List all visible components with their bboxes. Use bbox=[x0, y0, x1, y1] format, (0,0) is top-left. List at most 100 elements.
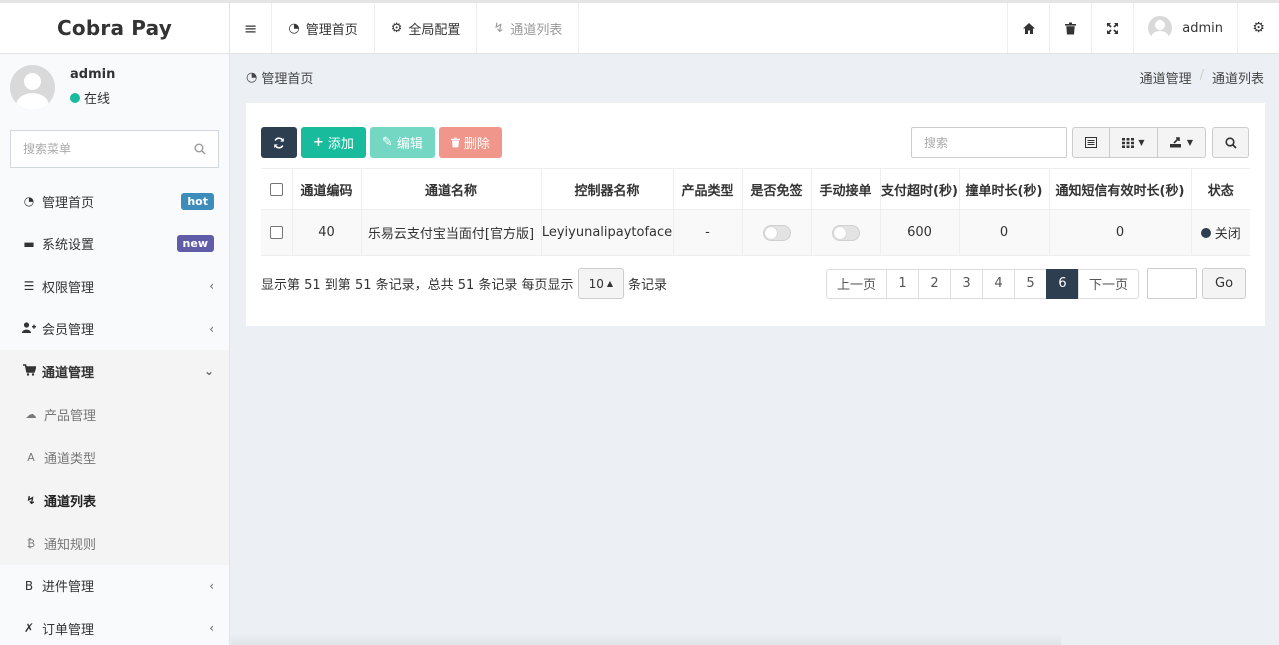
sidebar-item-orders[interactable]: ✗ 订单管理 ‹ bbox=[0, 607, 229, 645]
chevron-down-icon: ⌄ bbox=[203, 364, 214, 379]
bottom-shadow bbox=[231, 633, 1061, 645]
pagination: 上一页 1 2 3 4 5 6 下一页 Go bbox=[826, 268, 1247, 299]
gears-icon: ⚙ bbox=[390, 20, 403, 36]
header-tabs: ≡ ◔ 管理首页 ⚙ 全局配置 ↯ 通道列表 bbox=[230, 3, 580, 53]
delete-button[interactable]: 删除 bbox=[438, 127, 502, 158]
gears-icon: ⚙ bbox=[1252, 20, 1265, 36]
table-tools: ▼ ▼ bbox=[911, 127, 1249, 158]
submenu-label: 通道列表 bbox=[44, 494, 97, 510]
clear-cache-button[interactable] bbox=[1049, 3, 1091, 53]
settings-button[interactable]: ⚙ bbox=[1237, 3, 1279, 53]
sidebar-toggle-button[interactable]: ≡ bbox=[230, 3, 273, 53]
trash-icon bbox=[1065, 22, 1077, 34]
row-checkbox[interactable] bbox=[269, 226, 283, 239]
sidebar-item-dashboard[interactable]: ◔ 管理首页 hot bbox=[0, 180, 229, 223]
sidebar-item-onboarding[interactable]: B 进件管理 ‹ bbox=[0, 565, 229, 608]
table-toolbar: + 添加 ✎ 编辑 删除 bbox=[261, 127, 502, 158]
user-panel: admin 在线 bbox=[0, 54, 229, 120]
hot-badge: hot bbox=[181, 192, 214, 210]
sidebar-subitem-products[interactable]: ☁ 产品管理 bbox=[0, 392, 229, 436]
fullscreen-button[interactable] bbox=[1091, 3, 1133, 53]
toggle-view-button[interactable] bbox=[1072, 127, 1110, 158]
table-search-input[interactable] bbox=[911, 127, 1067, 158]
page-button[interactable]: 4 bbox=[982, 268, 1016, 299]
user-menu[interactable]: admin bbox=[1133, 3, 1237, 53]
grid-icon bbox=[1122, 137, 1135, 148]
channel-icon: ↯ bbox=[493, 20, 505, 36]
tab-dashboard[interactable]: ◔ 管理首页 bbox=[272, 3, 375, 53]
status-badge[interactable]: 关闭 bbox=[1200, 223, 1241, 242]
sidebar-item-members[interactable]: 会员管理 ‹ bbox=[0, 308, 229, 351]
sidebar-item-system-settings[interactable]: ▬ 系统设置 new bbox=[0, 223, 229, 266]
list-icon: ☰ bbox=[23, 279, 35, 294]
sidebar-subitem-channel-list[interactable]: ↯ 通道列表 bbox=[0, 478, 229, 522]
caret-down-icon: ▼ bbox=[1186, 138, 1194, 147]
column-header[interactable]: 通道编码 bbox=[292, 168, 362, 210]
content-header: ◔ 管理首页 通道管理 / 通道列表 bbox=[231, 54, 1279, 100]
cell-code: 40 bbox=[292, 209, 362, 256]
column-header[interactable]: 支付超时(秒) bbox=[880, 168, 960, 210]
prev-page-button[interactable]: 上一页 bbox=[826, 268, 888, 299]
page-button[interactable]: 2 bbox=[918, 268, 952, 299]
add-button[interactable]: + 添加 bbox=[301, 127, 366, 158]
manual-order-toggle[interactable] bbox=[831, 224, 860, 241]
go-button[interactable]: Go bbox=[1202, 268, 1247, 299]
free-sign-toggle[interactable] bbox=[762, 224, 791, 241]
column-header[interactable]: 是否免签 bbox=[742, 168, 812, 210]
refresh-icon bbox=[274, 136, 284, 149]
brand-logo[interactable]: Cobra Pay bbox=[0, 3, 230, 53]
refresh-button[interactable] bbox=[261, 127, 297, 158]
column-header[interactable]: 撞单时长(秒) bbox=[959, 168, 1050, 210]
table-row[interactable]: 40 乐易云支付宝当面付[官方版] Leyiyunalipaytoface - … bbox=[261, 209, 1250, 256]
sidebar-username: admin bbox=[70, 67, 116, 82]
export-button[interactable]: ▼ bbox=[1157, 127, 1206, 158]
tab-channel-list[interactable]: ↯ 通道列表 bbox=[477, 3, 580, 53]
avatar bbox=[1148, 16, 1173, 40]
menu-label: 通道管理 bbox=[42, 365, 95, 381]
user-plus-icon bbox=[22, 322, 36, 336]
goto-page-input[interactable] bbox=[1147, 268, 1198, 299]
online-status: 在线 bbox=[70, 88, 115, 107]
select-all-checkbox[interactable] bbox=[269, 182, 283, 196]
page-size-dropdown[interactable]: 10 ▲ bbox=[577, 268, 624, 299]
page-size-value: 10 bbox=[588, 276, 604, 291]
page-button[interactable]: 5 bbox=[1014, 268, 1048, 299]
tab-label: 管理首页 bbox=[305, 22, 358, 38]
sidebar-item-permissions[interactable]: ☰ 权限管理 ‹ bbox=[0, 265, 229, 308]
top-header: Cobra Pay ≡ ◔ 管理首页 ⚙ 全局配置 ↯ 通道列表 admin ⚙ bbox=[0, 0, 1279, 54]
menu-label: 管理首页 bbox=[42, 195, 95, 211]
sidebar-subitem-channel-types[interactable]: A 通道类型 bbox=[0, 435, 229, 479]
menu-label: 会员管理 bbox=[42, 323, 95, 339]
search-button[interactable] bbox=[1212, 127, 1249, 158]
column-header[interactable]: 通道名称 bbox=[361, 168, 542, 210]
select-all-cell bbox=[261, 168, 293, 210]
column-header[interactable]: 控制器名称 bbox=[541, 168, 674, 210]
column-header[interactable]: 手动接单 bbox=[811, 168, 881, 210]
column-header[interactable]: 状态 bbox=[1191, 168, 1250, 210]
cart-icon bbox=[22, 363, 37, 379]
caret-up-icon: ▲ bbox=[606, 279, 613, 288]
next-page-button[interactable]: 下一页 bbox=[1078, 268, 1140, 299]
type-icon: A bbox=[27, 450, 35, 464]
pencil-icon: ✎ bbox=[381, 135, 393, 150]
breadcrumb-item[interactable]: 通道管理 bbox=[1140, 68, 1192, 87]
page-button[interactable]: 3 bbox=[950, 268, 984, 299]
tab-global-config[interactable]: ⚙ 全局配置 bbox=[375, 3, 478, 53]
status-dot-icon bbox=[1200, 227, 1211, 238]
home-button[interactable] bbox=[1007, 3, 1049, 53]
sidebar-subitem-notify-rules[interactable]: ₿ 通知规则 bbox=[0, 521, 229, 565]
channel-table: 通道编码 通道名称 控制器名称 产品类型 是否免签 手动接单 支付超时(秒) 撞… bbox=[261, 168, 1250, 256]
list-icon bbox=[1085, 137, 1097, 148]
dashboard-icon: ◔ bbox=[246, 69, 258, 85]
page-title: ◔ 管理首页 bbox=[246, 68, 313, 87]
search-icon[interactable] bbox=[194, 143, 206, 155]
column-header[interactable]: 产品类型 bbox=[673, 168, 743, 210]
edit-button[interactable]: ✎ 编辑 bbox=[369, 127, 435, 158]
page-button-current[interactable]: 6 bbox=[1046, 268, 1080, 299]
column-header[interactable]: 通知短信有效时长(秒) bbox=[1049, 168, 1192, 210]
menu-search-input[interactable] bbox=[23, 142, 194, 156]
sidebar-item-channels[interactable]: 通道管理 ⌄ bbox=[0, 350, 229, 393]
menu-search bbox=[10, 130, 219, 168]
page-button[interactable]: 1 bbox=[886, 268, 920, 299]
columns-button[interactable]: ▼ bbox=[1109, 127, 1158, 158]
